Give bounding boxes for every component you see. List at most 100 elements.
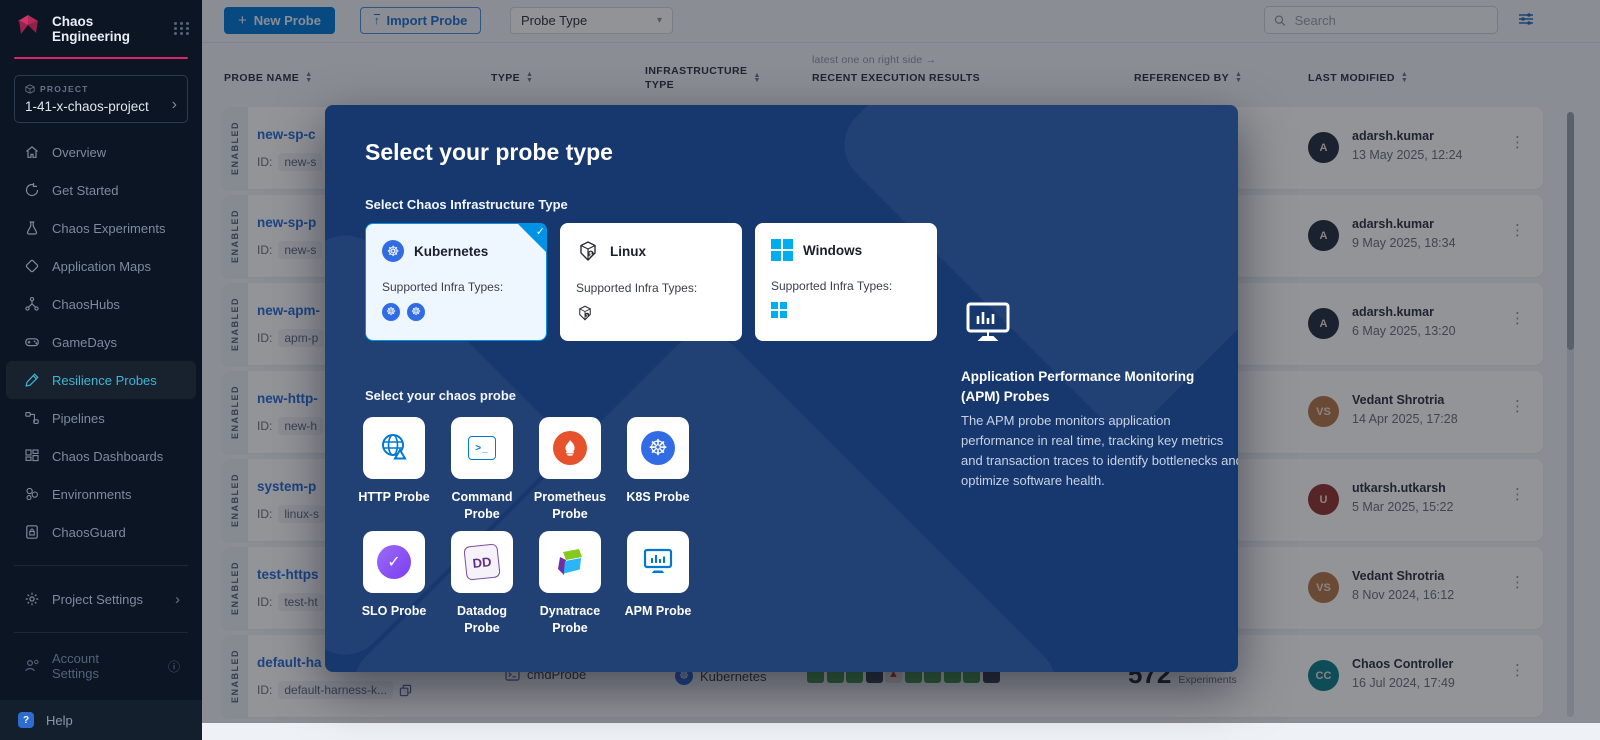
supported-infra-icons (771, 302, 921, 318)
probe-tile-label: K8S Probe (615, 489, 701, 506)
probe-tile-button[interactable] (539, 417, 601, 479)
infra-card-linux[interactable]: $Linux Supported Infra Types: $ (560, 223, 742, 341)
probe-tile-button[interactable]: DD (451, 531, 513, 593)
probe-tile-datadog-probe: DDDatadog Probe (451, 531, 513, 637)
sidebar-item-label: GameDays (52, 335, 117, 350)
sidebar-item-label: Help (46, 713, 73, 728)
sidebar-item-chaos-dashboards[interactable]: Chaos Dashboards (6, 437, 196, 475)
http-probe-icon (376, 430, 412, 466)
brand-underline (14, 57, 188, 59)
probe-tile-button[interactable] (539, 531, 601, 593)
probe-tile-label: APM Probe (615, 603, 701, 620)
supported-infra-label: Supported Infra Types: (771, 279, 921, 293)
dynatrace-icon (553, 545, 587, 579)
infra-section-label: Select Chaos Infrastructure Type (365, 197, 568, 212)
infra-card-header: $Linux (576, 239, 726, 263)
kubernetes-icon: ☸ (382, 240, 404, 262)
windows-icon (771, 302, 787, 318)
sidebar-item-overview[interactable]: Overview (6, 133, 196, 171)
sidebar-item-label: Get Started (52, 183, 118, 198)
kubernetes-icon: ☸ (641, 431, 675, 465)
sidebar-item-help[interactable]: ? Help (0, 700, 202, 740)
probe-tile-prometheus-probe: Prometheus Probe (539, 417, 601, 523)
sidebar-item-project-settings[interactable]: Project Settings › (6, 580, 196, 618)
dashboard-icon (24, 448, 40, 464)
gamepad-icon (24, 334, 40, 350)
probe-tile-label: HTTP Probe (351, 489, 437, 506)
project-label: PROJECT (25, 84, 177, 94)
sidebar-nav: Overview Get Started Chaos ExperimentsAppl… (0, 133, 202, 551)
linux-icon: $ (576, 239, 600, 263)
divider (14, 565, 188, 566)
probe-tile-label: SLO Probe (351, 603, 437, 620)
sidebar-item-pipelines[interactable]: Pipelines (6, 399, 196, 437)
probe-tile-label: Command Probe (439, 489, 525, 523)
probe-tile-button[interactable]: ☸ (627, 417, 689, 479)
sidebar-item-label: Pipelines (52, 411, 105, 426)
selected-check-icon: ✓ (517, 223, 547, 253)
sidebar-item-label: Resilience Probes (52, 373, 157, 388)
app-switcher-grid-icon[interactable] (174, 22, 190, 35)
help-icon: ? (18, 712, 34, 728)
kubernetes-icon: ☸ (407, 303, 425, 321)
windows-icon (771, 239, 793, 261)
account-gear-icon (24, 658, 40, 674)
probe-tile-row: HTTP Probe >_ Command Probe Prometheus Prob… (363, 417, 689, 523)
apm-monitor-icon (961, 295, 1238, 354)
sidebar-item-label: ChaosGuard (52, 525, 126, 540)
pipeline-icon (24, 410, 40, 426)
linux-icon: $ (576, 304, 594, 322)
probe-tile-button[interactable] (627, 531, 689, 593)
probe-tile-label: Datadog Probe (439, 603, 525, 637)
app-title: Chaos Engineering (52, 14, 164, 44)
sidebar-item-label: Environments (52, 487, 131, 502)
home-icon (24, 144, 40, 160)
apm-description: The APM probe monitors application perfo… (961, 411, 1238, 492)
sidebar-item-gamedays[interactable]: GameDays (6, 323, 196, 361)
apm-probe-icon (640, 544, 676, 580)
infra-card-kubernetes[interactable]: ✓☸Kubernetes Supported Infra Types: ☸ ☸ (365, 223, 547, 341)
sidebar-item-environments[interactable]: Environments (6, 475, 196, 513)
chevron-right-icon: › (175, 591, 180, 608)
infra-card-list: ✓☸Kubernetes Supported Infra Types: ☸ ☸ $Lin… (365, 223, 937, 341)
brand: Chaos Engineering (0, 0, 202, 55)
slo-probe-icon: ✓ (377, 545, 411, 579)
divider (14, 632, 188, 633)
kubernetes-icon: ☸ (382, 303, 400, 321)
sidebar-item-label: Account Settings (52, 651, 144, 681)
probe-tile-button[interactable]: ✓ (363, 531, 425, 593)
probe-tile-k8s-probe: ☸K8S Probe (627, 417, 689, 523)
apm-heading: Application Performance Monitoring (APM)… (961, 367, 1236, 406)
supported-infra-label: Supported Infra Types: (382, 280, 530, 294)
project-selector[interactable]: PROJECT 1-41-x-chaos-project › (14, 75, 188, 123)
sidebar-item-chaosguard[interactable]: ChaosGuard (6, 513, 196, 551)
project-name: 1-41-x-chaos-project (25, 99, 177, 114)
probe-tile-label: Dynatrace Probe (527, 603, 613, 637)
probe-pen-icon (24, 372, 40, 388)
chevron-right-icon: › (172, 96, 177, 114)
sidebar-item-application-maps[interactable]: Application Maps (6, 247, 196, 285)
flask-icon (24, 220, 40, 236)
sidebar-item-account-settings[interactable]: Account Settings ⓘ (6, 647, 196, 685)
sidebar-item-get-started[interactable]: Get Started (6, 171, 196, 209)
supported-infra-icons: $ (576, 304, 726, 322)
probe-tile-apm-probe: APM Probe (627, 531, 689, 637)
probe-tile-http-probe: HTTP Probe (363, 417, 425, 523)
sidebar-item-chaos-experiments[interactable]: Chaos Experiments (6, 209, 196, 247)
command-probe-icon: >_ (468, 436, 496, 460)
chaos-logo-icon (14, 12, 42, 45)
sidebar-item-chaoshubs[interactable]: ChaosHubs (6, 285, 196, 323)
infra-card-header: Windows (771, 239, 921, 261)
probe-tile-button[interactable] (363, 417, 425, 479)
get-started-icon (24, 182, 40, 198)
sidebar: Chaos Engineering PROJECT 1-41-x-chaos-p… (0, 0, 202, 723)
probe-tile-dynatrace-probe: Dynatrace Probe (539, 531, 601, 637)
svg-text:$: $ (589, 251, 593, 257)
supported-infra-label: Supported Infra Types: (576, 281, 726, 295)
infra-card-header: ☸Kubernetes (382, 240, 530, 262)
infra-card-windows[interactable]: Windows Supported Infra Types: (755, 223, 937, 341)
probe-tile-button[interactable]: >_ (451, 417, 513, 479)
sidebar-item-resilience-probes[interactable]: Resilience Probes (6, 361, 196, 399)
probe-tile-row: ✓SLO ProbeDDDatadog ProbeDynatrace Probe… (363, 531, 689, 637)
sidebar-item-label: ChaosHubs (52, 297, 120, 312)
